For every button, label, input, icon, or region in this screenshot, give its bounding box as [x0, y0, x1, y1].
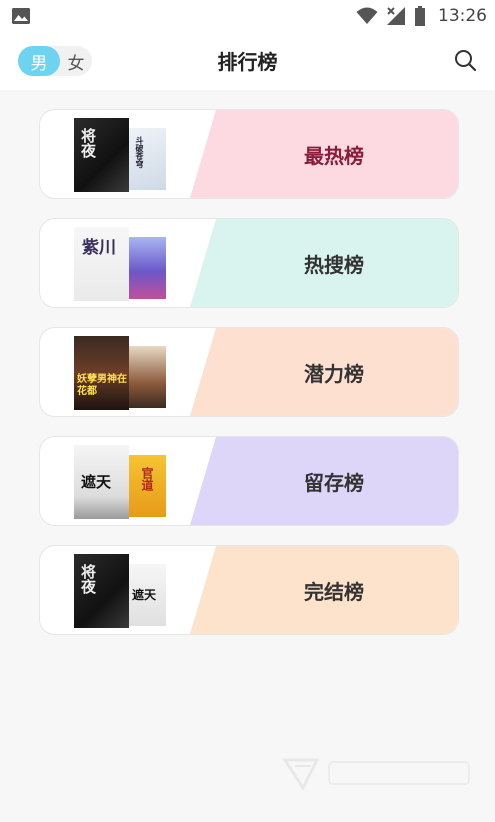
rank-card-hottest[interactable]: 将夜 斗破苍穹 最热榜 — [39, 109, 459, 199]
book-cover — [129, 237, 166, 299]
rank-card-hot-search[interactable]: 紫川 热搜榜 — [39, 218, 459, 308]
book-covers: 将夜 斗破苍穹 — [74, 118, 170, 192]
book-covers: 妖孽男神在花都 — [74, 336, 170, 410]
cover-title: 遮天 — [81, 473, 112, 491]
rank-card-retention[interactable]: 遮天 官道 留存榜 — [39, 436, 459, 526]
book-cover — [129, 346, 166, 408]
rank-label: 留存榜 — [304, 470, 364, 495]
status-time: 13:26 — [438, 6, 487, 26]
gallery-icon — [12, 8, 30, 24]
status-bar: 13:26 — [0, 0, 495, 32]
book-cover: 妖孽男神在花都 — [74, 336, 129, 410]
cover-title: 将夜 — [79, 564, 97, 594]
book-cover: 紫川 — [74, 227, 129, 301]
wifi-icon — [356, 7, 378, 24]
rank-label: 完结榜 — [304, 579, 364, 604]
book-cover: 将夜 — [74, 554, 129, 628]
book-cover: 官道 — [129, 455, 166, 517]
battery-icon — [415, 6, 425, 26]
rank-card-completed[interactable]: 将夜 遮天 完结榜 — [39, 545, 459, 635]
book-cover: 斗破苍穹 — [129, 128, 166, 190]
app-header: 男 女 排行榜 — [0, 32, 495, 90]
rank-label: 热搜榜 — [304, 252, 364, 277]
book-cover: 遮天 — [129, 564, 166, 626]
book-cover: 遮天 — [74, 445, 129, 519]
rank-list: 将夜 斗破苍穹 最热榜 紫川 热搜榜 妖孽男神在花都 潜力榜 遮天 官道 留存榜… — [39, 109, 459, 654]
cover-title: 遮天 — [132, 588, 157, 602]
book-covers: 遮天 官道 — [74, 445, 170, 519]
search-icon[interactable] — [453, 48, 477, 72]
cover-title: 斗破苍穹 — [135, 136, 145, 168]
rank-label: 潜力榜 — [304, 361, 364, 386]
page-title: 排行榜 — [217, 50, 278, 74]
watermark-logo — [282, 758, 470, 792]
book-covers: 紫川 — [74, 227, 170, 301]
cover-title: 官道 — [140, 467, 154, 491]
rank-card-potential[interactable]: 妖孽男神在花都 潜力榜 — [39, 327, 459, 417]
cover-title: 将夜 — [79, 128, 97, 158]
book-cover: 将夜 — [74, 118, 129, 192]
rank-label: 最热榜 — [304, 143, 364, 168]
signal-icon — [387, 7, 405, 25]
book-covers: 将夜 遮天 — [74, 554, 170, 628]
cover-title: 妖孽男神在花都 — [77, 374, 127, 397]
cover-title: 紫川 — [82, 238, 116, 258]
